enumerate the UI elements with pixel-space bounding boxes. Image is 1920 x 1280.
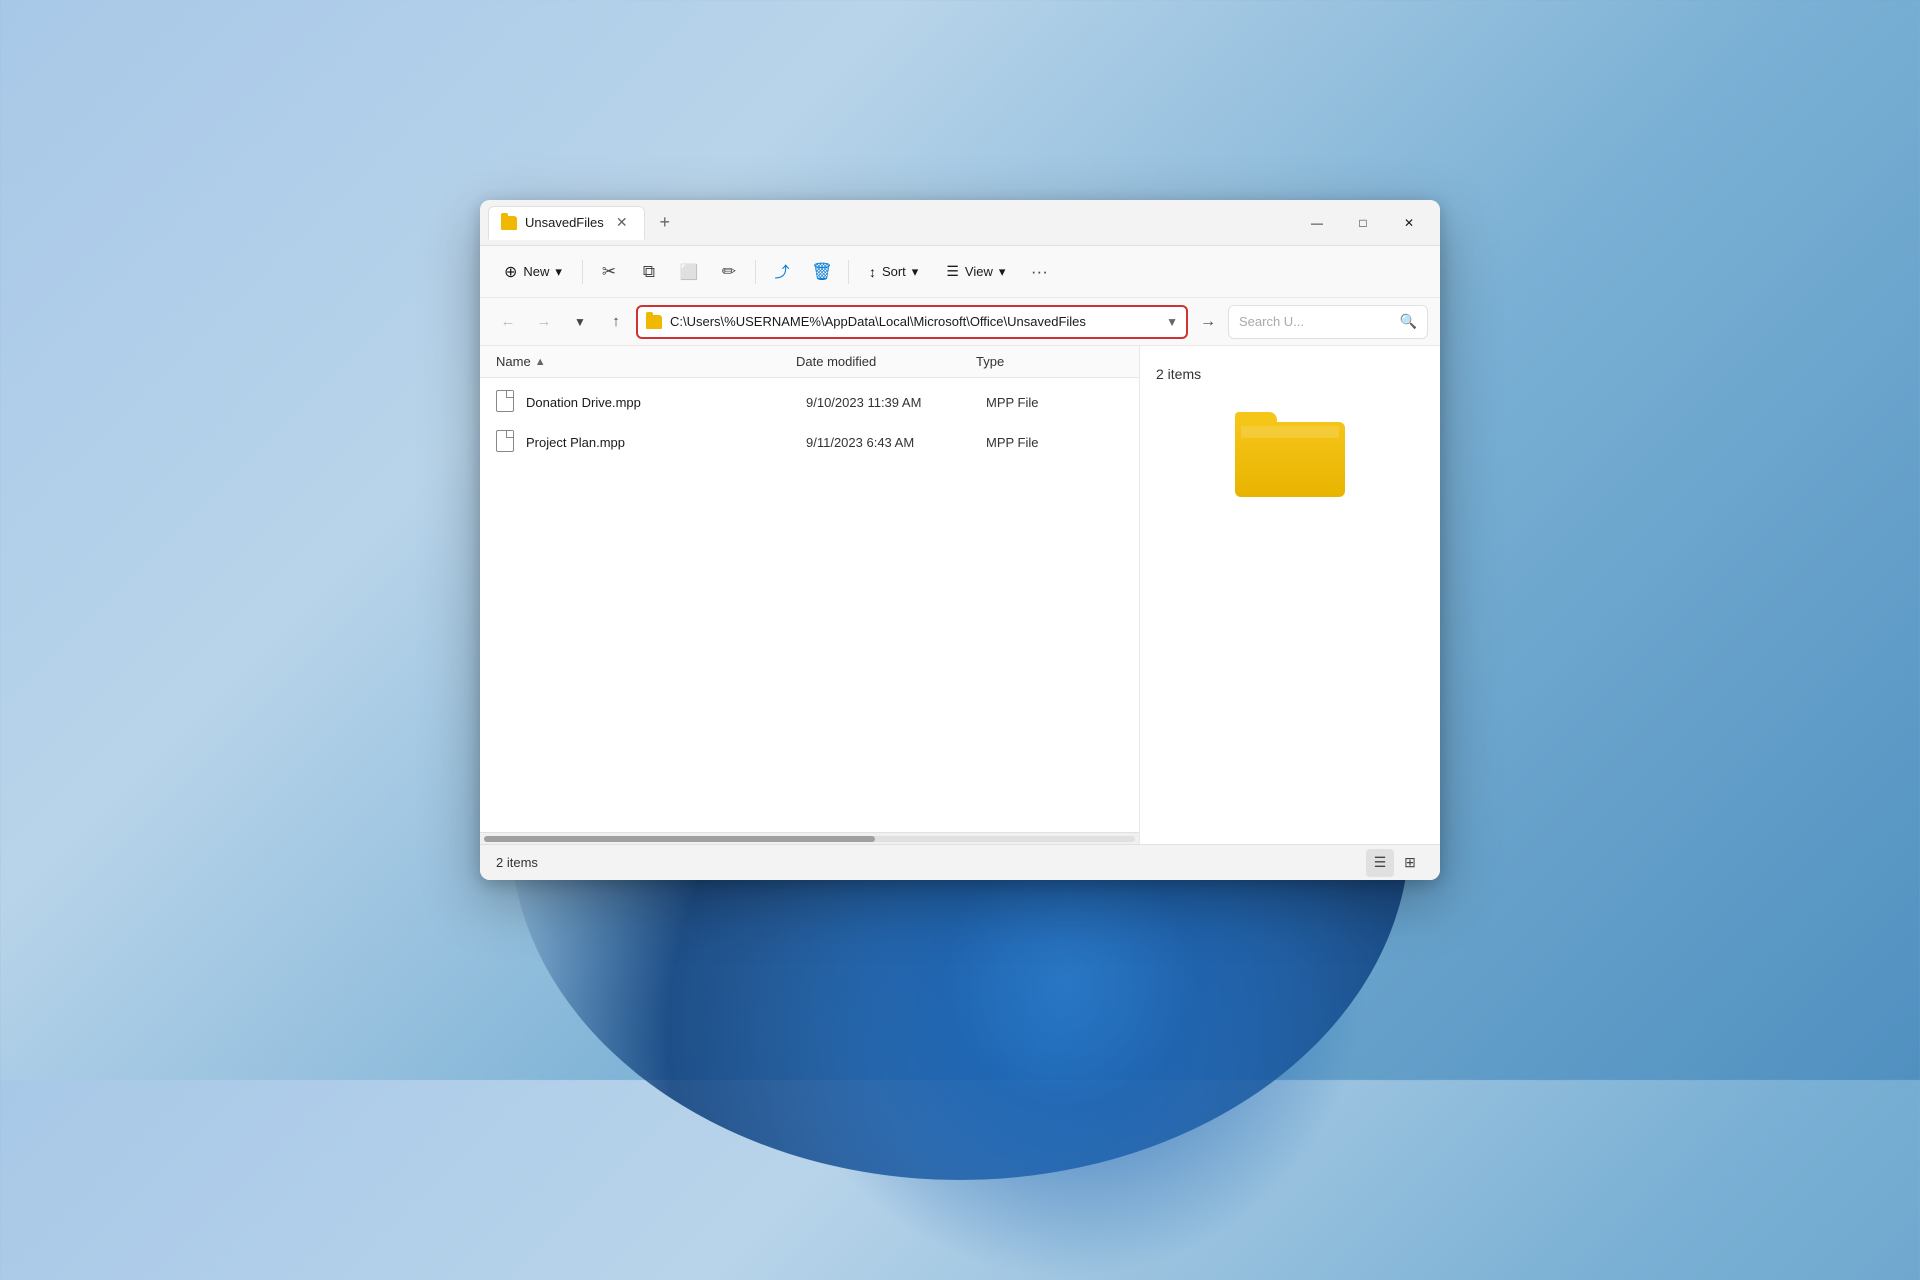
addressbar-row: ← → ▼ ↑ C:\Users\%USERNAME%\AppData\Loca…: [480, 298, 1440, 346]
separator-3: [848, 260, 849, 284]
delete-icon: 🗑: [811, 262, 833, 282]
preview-pane: 2 items: [1140, 346, 1440, 844]
new-tab-button[interactable]: +: [649, 207, 681, 239]
file-row[interactable]: Project Plan.mpp 9/11/2023 6:43 AM MPP F…: [480, 422, 1139, 462]
new-icon: ⊕: [504, 262, 517, 282]
grid-view-button[interactable]: ⊞: [1396, 849, 1424, 877]
sort-chevron: ▾: [912, 264, 919, 280]
tab-close-button[interactable]: ✕: [612, 213, 632, 233]
search-icon: 🔍: [1400, 313, 1417, 330]
search-placeholder: Search U...: [1239, 314, 1394, 329]
share-icon: ⤴: [774, 261, 789, 282]
file-type-2: MPP File: [986, 435, 1039, 450]
file-date-2: 9/11/2023 6:43 AM: [806, 435, 986, 450]
tab-title: UnsavedFiles: [525, 215, 604, 230]
cut-button[interactable]: ✂: [591, 254, 627, 290]
view-button[interactable]: ☰ View ▾: [934, 257, 1017, 286]
horizontal-scrollbar[interactable]: [480, 832, 1139, 844]
more-options-button[interactable]: ···: [1021, 254, 1057, 290]
forward-button[interactable]: →: [528, 306, 560, 338]
titlebar-tabs: UnsavedFiles ✕ +: [488, 206, 1294, 240]
rename-icon: ✏: [722, 262, 736, 282]
sort-label: Sort: [882, 264, 906, 279]
new-button[interactable]: ⊕ New ▾: [492, 256, 574, 288]
search-box[interactable]: Search U... 🔍: [1228, 305, 1428, 339]
view-icon: ☰: [946, 263, 959, 280]
file-type-1: MPP File: [986, 395, 1039, 410]
sort-icon: ↕: [869, 264, 876, 280]
view-label: View: [965, 264, 993, 279]
col-type-header[interactable]: Type: [976, 354, 1004, 369]
copy-icon: ⧉: [643, 262, 655, 282]
folder-body: [1235, 422, 1345, 497]
close-button[interactable]: ✕: [1386, 207, 1432, 239]
tab-folder-icon: [501, 216, 517, 230]
address-path: C:\Users\%USERNAME%\AppData\Local\Micros…: [670, 314, 1158, 329]
view-chevron: ▾: [999, 264, 1006, 280]
file-icon-2: [496, 430, 516, 454]
up-button[interactable]: ↑: [600, 306, 632, 338]
view-toggle: ☰ ⊞: [1366, 849, 1424, 877]
separator-2: [755, 260, 756, 284]
titlebar: UnsavedFiles ✕ + — □ ✕: [480, 200, 1440, 246]
copy-button[interactable]: ⧉: [631, 254, 667, 290]
statusbar: 2 items ☰ ⊞: [480, 844, 1440, 880]
content-area: Name ▲ Date modified Type Donation Drive…: [480, 346, 1440, 844]
address-go-button[interactable]: →: [1192, 306, 1224, 338]
file-name-2: Project Plan.mpp: [526, 435, 806, 450]
list-view-button[interactable]: ☰: [1366, 849, 1394, 877]
delete-button[interactable]: 🗑: [804, 254, 840, 290]
file-icon-1: [496, 390, 516, 414]
file-list-header: Name ▲ Date modified Type: [480, 346, 1139, 378]
sort-asc-icon: ▲: [535, 356, 546, 368]
file-name-1: Donation Drive.mpp: [526, 395, 806, 410]
rename-button[interactable]: ✏: [711, 254, 747, 290]
preview-item-count: 2 items: [1156, 366, 1201, 382]
paste-icon: ⬜: [680, 263, 699, 281]
file-explorer-window: UnsavedFiles ✕ + — □ ✕ ⊕ New ▾ ✂ ⧉ ⬜ ✏: [480, 200, 1440, 880]
preview-folder-icon: [1235, 412, 1345, 502]
scrollbar-track: [484, 836, 1135, 842]
new-label: New: [523, 264, 549, 279]
toolbar: ⊕ New ▾ ✂ ⧉ ⬜ ✏ ⤴ 🗑 ↕ Sort ▾: [480, 246, 1440, 298]
paste-button[interactable]: ⬜: [671, 254, 707, 290]
more-icon: ···: [1031, 262, 1048, 282]
file-row[interactable]: Donation Drive.mpp 9/10/2023 11:39 AM MP…: [480, 382, 1139, 422]
address-bar[interactable]: C:\Users\%USERNAME%\AppData\Local\Micros…: [636, 305, 1188, 339]
col-name-header[interactable]: Name ▲: [496, 354, 796, 369]
file-list: Donation Drive.mpp 9/10/2023 11:39 AM MP…: [480, 378, 1139, 832]
recent-locations-button[interactable]: ▼: [564, 306, 596, 338]
file-date-1: 9/10/2023 11:39 AM: [806, 395, 986, 410]
cut-icon: ✂: [602, 262, 616, 282]
scrollbar-thumb[interactable]: [484, 836, 875, 842]
maximize-button[interactable]: □: [1340, 207, 1386, 239]
address-folder-icon: [646, 315, 662, 329]
share-button[interactable]: ⤴: [764, 254, 800, 290]
minimize-button[interactable]: —: [1294, 207, 1340, 239]
active-tab[interactable]: UnsavedFiles ✕: [488, 206, 645, 240]
separator-1: [582, 260, 583, 284]
address-chevron-icon: ▼: [1166, 315, 1178, 329]
col-date-header[interactable]: Date modified: [796, 354, 976, 369]
new-chevron: ▾: [555, 264, 562, 280]
window-controls: — □ ✕: [1294, 207, 1432, 239]
sort-button[interactable]: ↕ Sort ▾: [857, 258, 930, 286]
statusbar-item-count: 2 items: [496, 855, 538, 870]
file-pane: Name ▲ Date modified Type Donation Drive…: [480, 346, 1140, 844]
back-button[interactable]: ←: [492, 306, 524, 338]
